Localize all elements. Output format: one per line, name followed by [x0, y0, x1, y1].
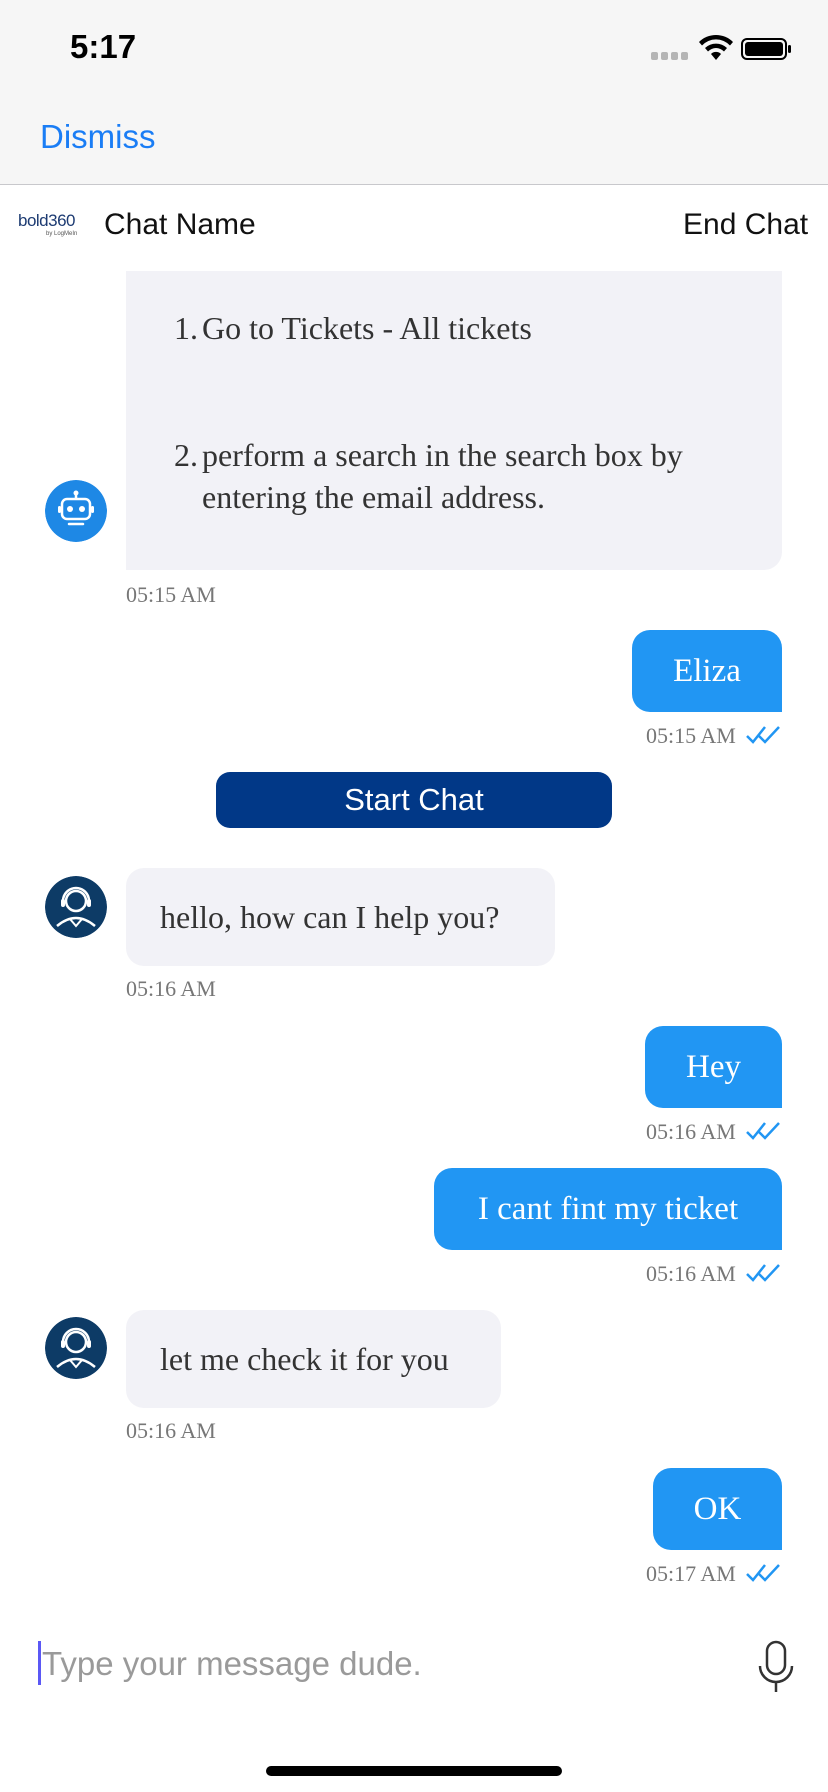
message-text: Eliza	[673, 653, 741, 689]
end-chat-button[interactable]: End Chat	[683, 208, 808, 242]
robot-icon	[45, 480, 107, 542]
message-text: let me check it for you	[160, 1341, 449, 1377]
chat-name-title: Chat Name	[104, 208, 256, 241]
text-caret	[38, 1641, 41, 1685]
user-message-bubble: Eliza	[632, 630, 782, 712]
agent-message-bubble: let me check it for you	[126, 1310, 501, 1408]
read-ticks-icon	[746, 1264, 780, 1282]
message-timestamp: 05:16 AM	[126, 1418, 216, 1443]
user-message-bubble: I cant fint my ticket	[434, 1168, 782, 1250]
message-timestamp: 05:16 AM	[646, 1119, 736, 1144]
bold360-logo: bold360 by LogMeIn	[18, 211, 78, 237]
signal-icon	[651, 52, 691, 62]
agent-headset-icon	[45, 876, 107, 938]
status-time: 5:17	[70, 28, 137, 65]
list-item: 1. Go to Tickets - All tickets	[174, 310, 532, 346]
message-list[interactable]: 1. Go to Tickets - All tickets 2. perfor…	[0, 271, 828, 1591]
list-item: 2. perform a search in the search box by…	[174, 437, 683, 515]
message-text: I cant fint my ticket	[477, 1191, 739, 1227]
microphone-icon[interactable]	[756, 1640, 796, 1696]
message-timestamp: 05:15 AM	[126, 582, 216, 607]
message-text: OK	[693, 1491, 742, 1527]
home-indicator	[266, 1766, 562, 1776]
user-message-bubble: OK	[653, 1468, 782, 1550]
user-message-bubble: Hey	[645, 1026, 782, 1108]
battery-icon	[741, 38, 791, 60]
read-ticks-icon	[746, 1122, 780, 1140]
message-timestamp: 05:17 AM	[646, 1561, 736, 1586]
message-text: hello, how can I help you?	[160, 899, 500, 935]
message-input[interactable]	[42, 1640, 722, 1688]
message-timestamp: 05:16 AM	[126, 976, 216, 1001]
start-chat-button[interactable]: Start Chat	[216, 772, 612, 828]
message-timestamp: 05:15 AM	[646, 723, 736, 748]
input-bar	[0, 1591, 828, 1792]
agent-headset-icon	[45, 1317, 107, 1379]
wifi-icon	[699, 34, 733, 60]
dismiss-button[interactable]: Dismiss	[40, 118, 155, 156]
message-text: Hey	[686, 1049, 741, 1085]
message-timestamp: 05:16 AM	[646, 1261, 736, 1286]
agent-message-bubble: hello, how can I help you?	[126, 868, 555, 966]
read-ticks-icon	[746, 1564, 780, 1582]
read-ticks-icon	[746, 726, 780, 744]
